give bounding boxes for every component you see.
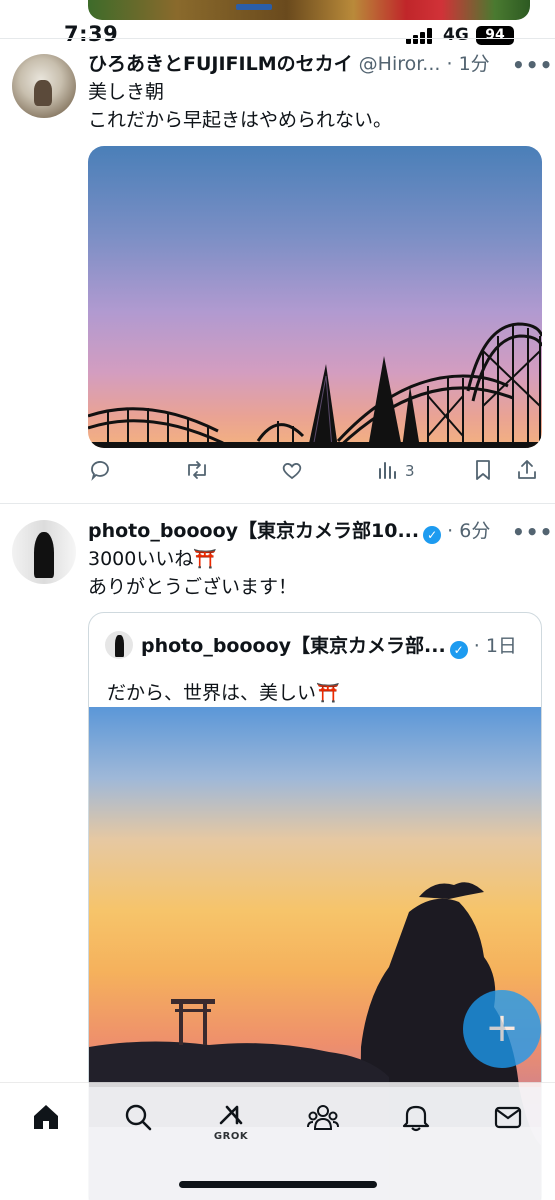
grok-label: GROK <box>213 1131 249 1142</box>
tweet-text: 美しき朝 これだから早起きはやめられない。 <box>88 78 538 134</box>
grok-icon <box>219 1105 243 1125</box>
tweet-text: 3000いいね⛩️ ありがとうございます！ <box>88 545 538 601</box>
home-indicator <box>179 1181 377 1188</box>
tab-search[interactable] <box>118 1101 158 1145</box>
separator-dot: · <box>473 635 480 657</box>
user-handle[interactable]: @Hiror... <box>359 53 441 75</box>
tab-communities[interactable] <box>303 1101 343 1145</box>
previous-tweet-banner-image[interactable] <box>88 0 530 20</box>
divider <box>0 38 555 39</box>
tab-grok[interactable]: GROK <box>211 1101 251 1145</box>
display-name[interactable]: photo_booooy【東京カメラ部10... <box>88 520 419 542</box>
cellular-signal-icon <box>406 28 436 44</box>
search-icon <box>125 1104 152 1131</box>
separator-dot: · <box>446 53 453 75</box>
more-options-icon[interactable]: ••• <box>512 53 553 77</box>
mail-icon <box>494 1106 522 1129</box>
tab-messages[interactable] <box>488 1101 528 1145</box>
verified-badge-icon: ✓ <box>423 526 442 544</box>
retweet-icon[interactable] <box>184 458 210 488</box>
avatar[interactable] <box>12 54 76 118</box>
quoted-timestamp: 1日 <box>485 635 517 657</box>
like-icon[interactable] <box>280 458 304 488</box>
bookmark-icon[interactable] <box>472 458 494 488</box>
views-button[interactable]: 3 <box>377 458 437 488</box>
status-bar: 7:39 4G 94 <box>0 22 555 52</box>
more-options-icon[interactable]: ••• <box>512 520 553 544</box>
tweet-actions: 3 <box>88 458 538 488</box>
tweet-text-line: 3000いいね⛩️ <box>88 548 218 570</box>
network-type: 4G <box>443 25 469 45</box>
views-icon <box>379 462 396 479</box>
quoted-display-name: photo_booooy【東京カメラ部... <box>141 635 446 657</box>
verified-badge-icon: ✓ <box>449 641 468 659</box>
communities-icon <box>307 1105 339 1130</box>
separator-dot: · <box>447 520 454 542</box>
tweet-header: ひろあきとFUJIFILMのセカイ @Hiror... · 1分 <box>88 51 498 77</box>
status-time: 7:39 <box>64 22 119 46</box>
divider <box>0 503 555 504</box>
battery-icon: 94 <box>476 26 514 45</box>
tweet-image-roller-coaster[interactable] <box>88 146 542 448</box>
tweet-text-line: ありがとうございます！ <box>88 576 298 598</box>
timestamp[interactable]: 6分 <box>459 520 490 542</box>
home-icon <box>34 1105 58 1129</box>
bell-icon <box>402 1105 430 1132</box>
tweet-text-line: 美しき朝 <box>88 81 165 103</box>
previous-tweet-media-edge <box>0 0 555 22</box>
views-count: 3 <box>405 462 415 480</box>
avatar[interactable] <box>12 520 76 584</box>
quoted-avatar <box>105 631 133 659</box>
tab-home[interactable] <box>26 1101 66 1145</box>
tweet-header: photo_booooy【東京カメラ部10... ✓ · 6分 <box>88 518 498 544</box>
quoted-text: だから、世界は、美しい⛩️ <box>107 682 340 704</box>
reply-icon[interactable] <box>88 458 112 488</box>
roller-coaster-silhouette <box>88 322 542 448</box>
display-name[interactable]: ひろあきとFUJIFILMのセカイ <box>88 53 353 75</box>
tab-notifications[interactable] <box>396 1101 436 1145</box>
timestamp[interactable]: 1分 <box>459 53 490 75</box>
quoted-header: photo_booooy【東京カメラ部... ✓ · 1日 <box>141 633 541 659</box>
share-icon[interactable] <box>516 458 538 488</box>
compose-button[interactable]: + <box>463 990 541 1068</box>
tweet-text-line: これだから早起きはやめられない。 <box>88 109 393 131</box>
